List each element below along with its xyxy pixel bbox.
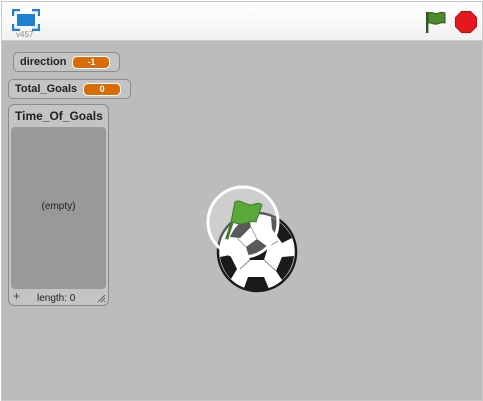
variable-name: Total_Goals [15,83,78,95]
list-monitor-time-of-goals: Time_Of_Goals (empty) + length: 0 [8,104,109,306]
green-flag-icon[interactable] [423,10,447,34]
list-title: Time_Of_Goals [15,109,103,123]
stage[interactable]: direction -1 Total_Goals 0 Time_Of_Goals… [2,41,482,400]
variable-name: direction [20,56,67,68]
list-length-label: length: 0 [37,293,76,304]
list-empty-label: (empty) [41,201,76,212]
variable-value: -1 [72,55,111,69]
version-label: v457 [16,30,34,39]
list-add-button[interactable]: + [13,290,20,302]
variable-monitor-direction: direction -1 [13,52,120,72]
variable-monitor-total-goals: Total_Goals 0 [8,79,131,99]
stop-sign-icon[interactable] [455,11,477,33]
project-player: v457 direction -1 Total_Goals 0 Time_Of_… [1,1,483,401]
variable-value: 0 [83,82,122,96]
green-flag-icon[interactable] [205,184,281,260]
fullscreen-icon[interactable] [12,9,40,31]
list-body: (empty) [11,127,106,289]
resize-handle-icon[interactable] [96,293,106,303]
player-toolbar: v457 [2,2,482,41]
